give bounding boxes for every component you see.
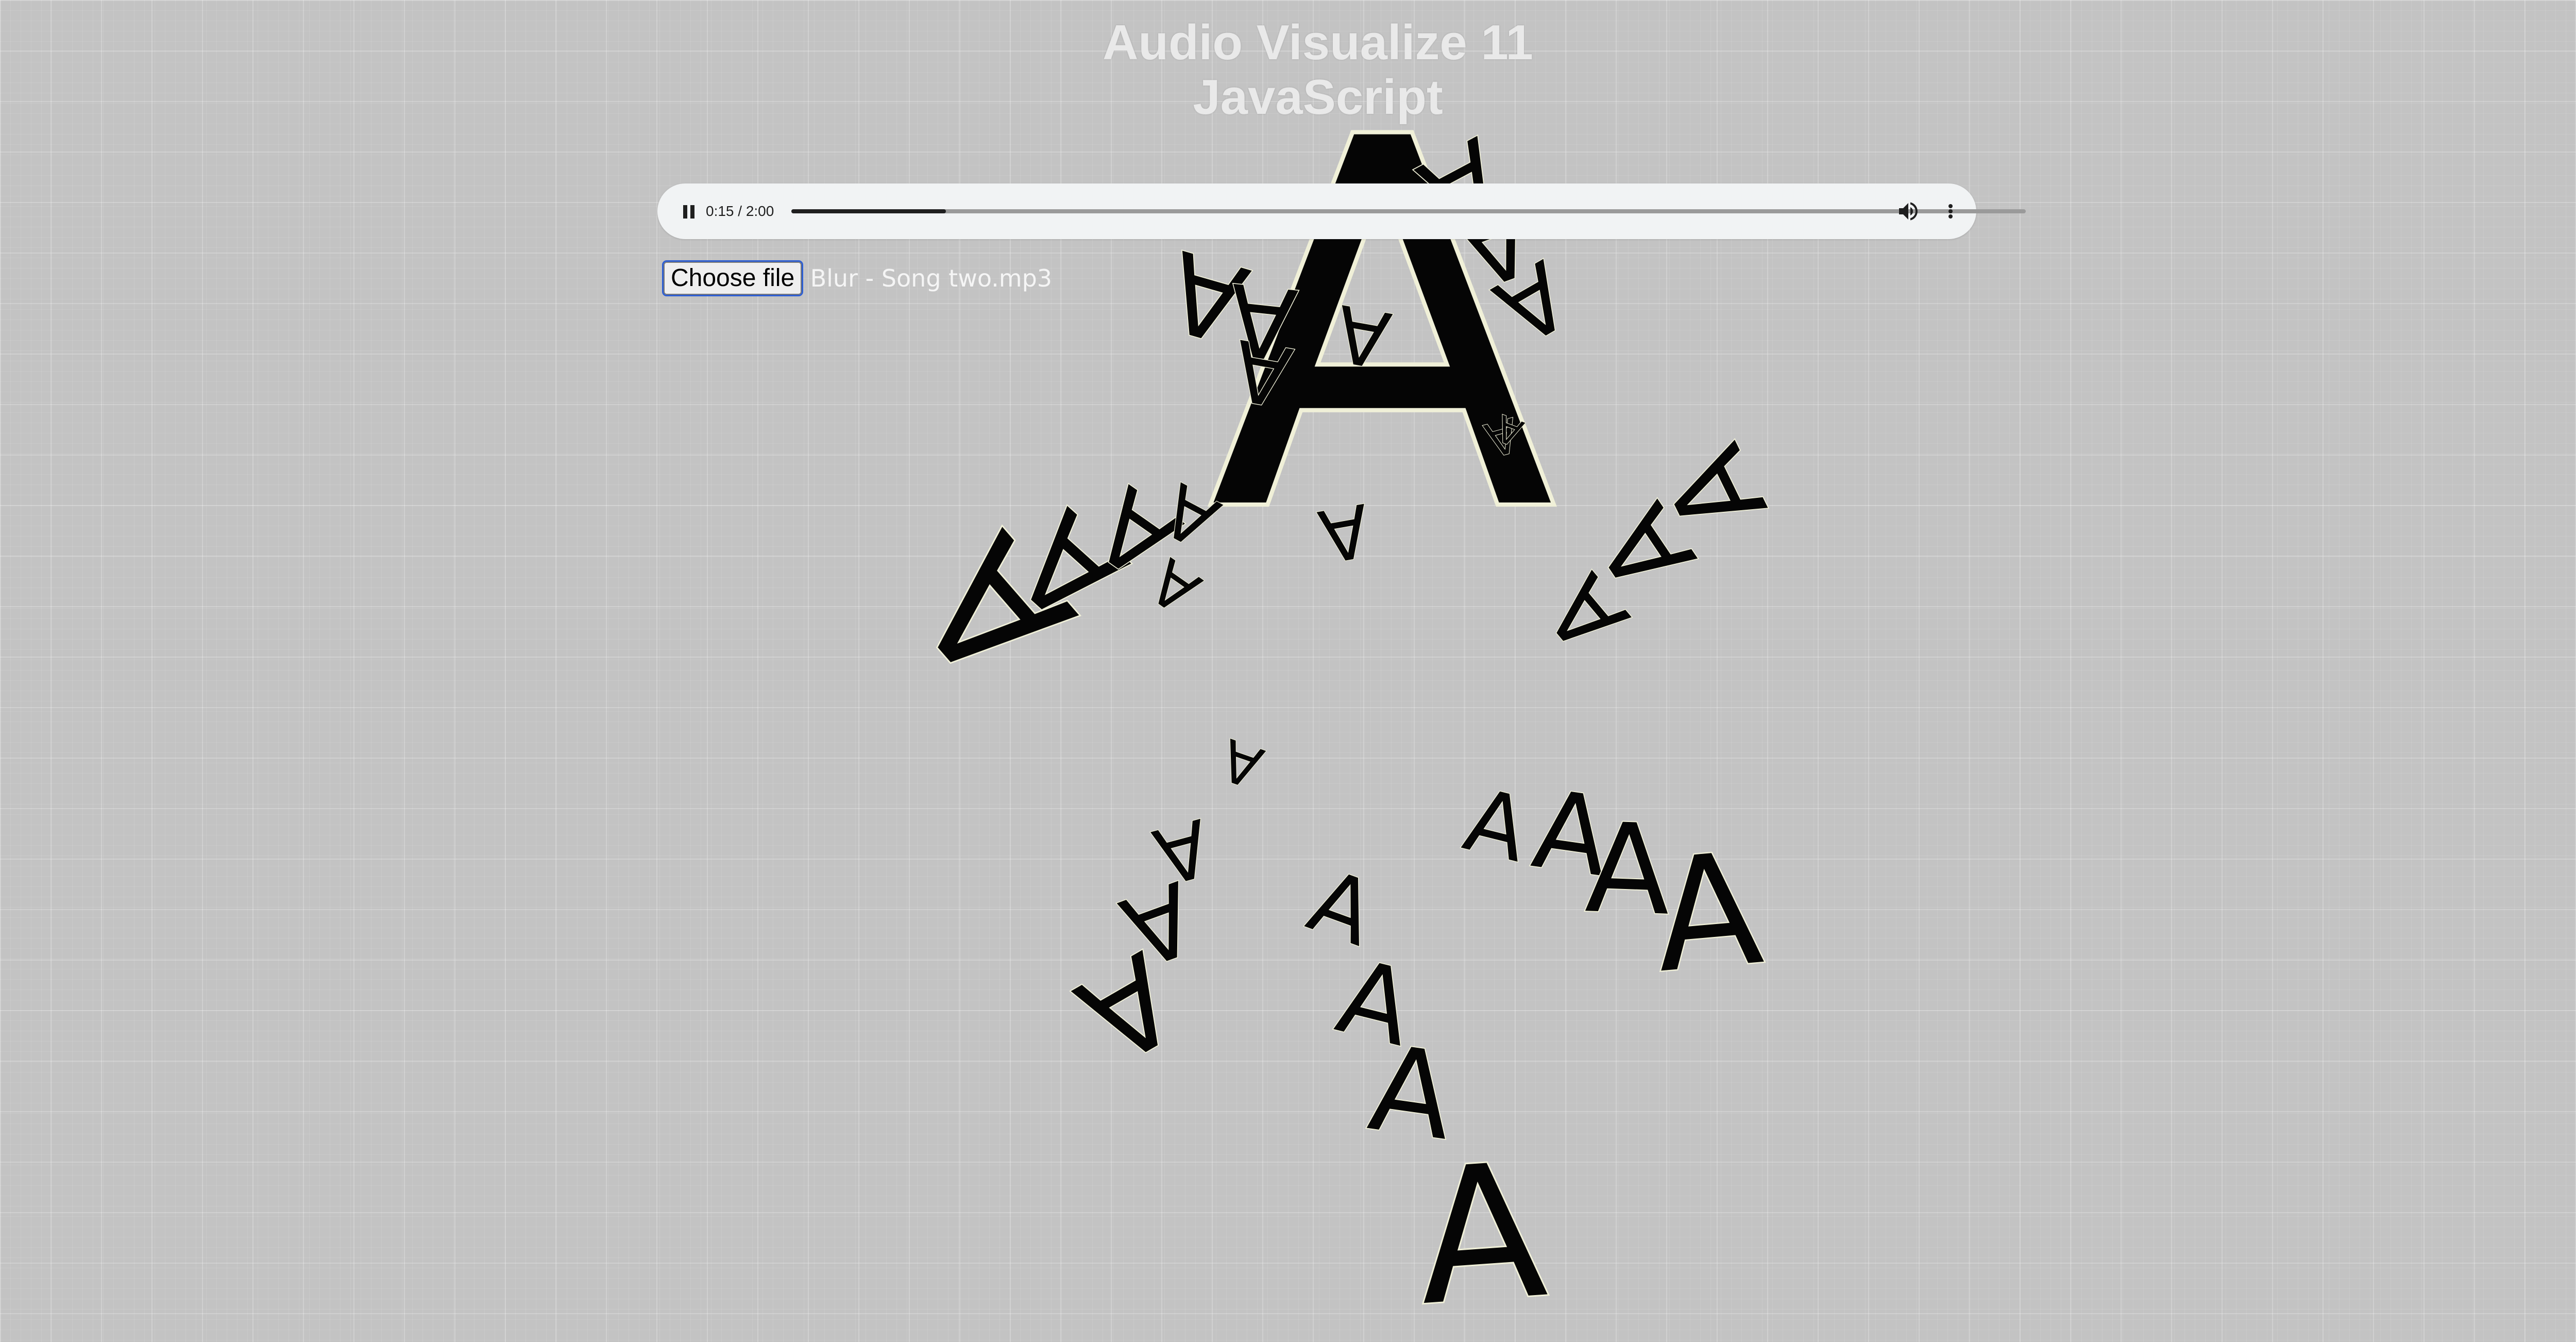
visualizer-letter: A xyxy=(1055,924,1200,1092)
visualizer-letter: A xyxy=(1329,287,1397,384)
audio-player[interactable]: 0:15 / 2:00 xyxy=(657,183,2026,239)
page-title-line-2: JavaScript xyxy=(1193,70,1443,125)
visualizer-letter: A xyxy=(987,482,1153,653)
visualizer-letter: A xyxy=(1583,796,1673,943)
visualizer-letter: A xyxy=(1213,726,1271,801)
visualizer-letter: A xyxy=(1313,487,1376,578)
progress-fill xyxy=(791,209,946,213)
visualizer-letter: A xyxy=(1491,406,1529,454)
visualizer-letter: A xyxy=(1479,407,1524,467)
time-display: 0:15 / 2:00 xyxy=(706,203,774,219)
visualizer-letter: A xyxy=(1640,427,1792,555)
page-title: Audio Visualize 11 JavaScript xyxy=(0,15,2576,125)
visualizer-letter: A xyxy=(1296,850,1387,966)
visualizer-letter: A xyxy=(1648,819,1769,1008)
file-input: Choose file Blur - Song two.mp3 xyxy=(662,260,1053,297)
volume-icon xyxy=(1899,202,1918,221)
more-options-button[interactable] xyxy=(1938,199,1963,224)
visualizer-letter: A xyxy=(1108,859,1210,988)
visualizer-letter: A xyxy=(1573,483,1719,615)
visualizer-letter: A xyxy=(1137,544,1213,627)
visualizer-letter: A xyxy=(1154,226,1260,367)
visualizer-letter: A xyxy=(1526,555,1649,673)
volume-button[interactable] xyxy=(1896,199,1921,224)
selected-file-name: Blur - Song two.mp3 xyxy=(810,264,1053,292)
visualizer-letter: A xyxy=(1149,466,1232,564)
visualizer-letter: A xyxy=(1327,936,1424,1070)
visualizer-letter: A xyxy=(1526,766,1617,901)
page-title-line-1: Audio Visualize 11 xyxy=(1103,15,1533,70)
visualizer-letter: A xyxy=(1411,1122,1553,1342)
visualizer-letter: A xyxy=(1478,239,1587,364)
visualizer-letter: A xyxy=(1455,769,1538,882)
choose-file-button[interactable]: Choose file xyxy=(662,260,804,296)
visualizer-letter: A xyxy=(1073,463,1200,602)
visualizer-letter: A xyxy=(1226,321,1298,425)
visualizer-letter: A xyxy=(1362,1019,1461,1167)
visualizer-letter: A xyxy=(878,498,1111,723)
progress-bar[interactable] xyxy=(791,209,2026,213)
visualizer-letter: A xyxy=(1145,801,1219,901)
visualizer-letter: A xyxy=(1223,261,1301,381)
pause-button[interactable] xyxy=(676,199,701,224)
